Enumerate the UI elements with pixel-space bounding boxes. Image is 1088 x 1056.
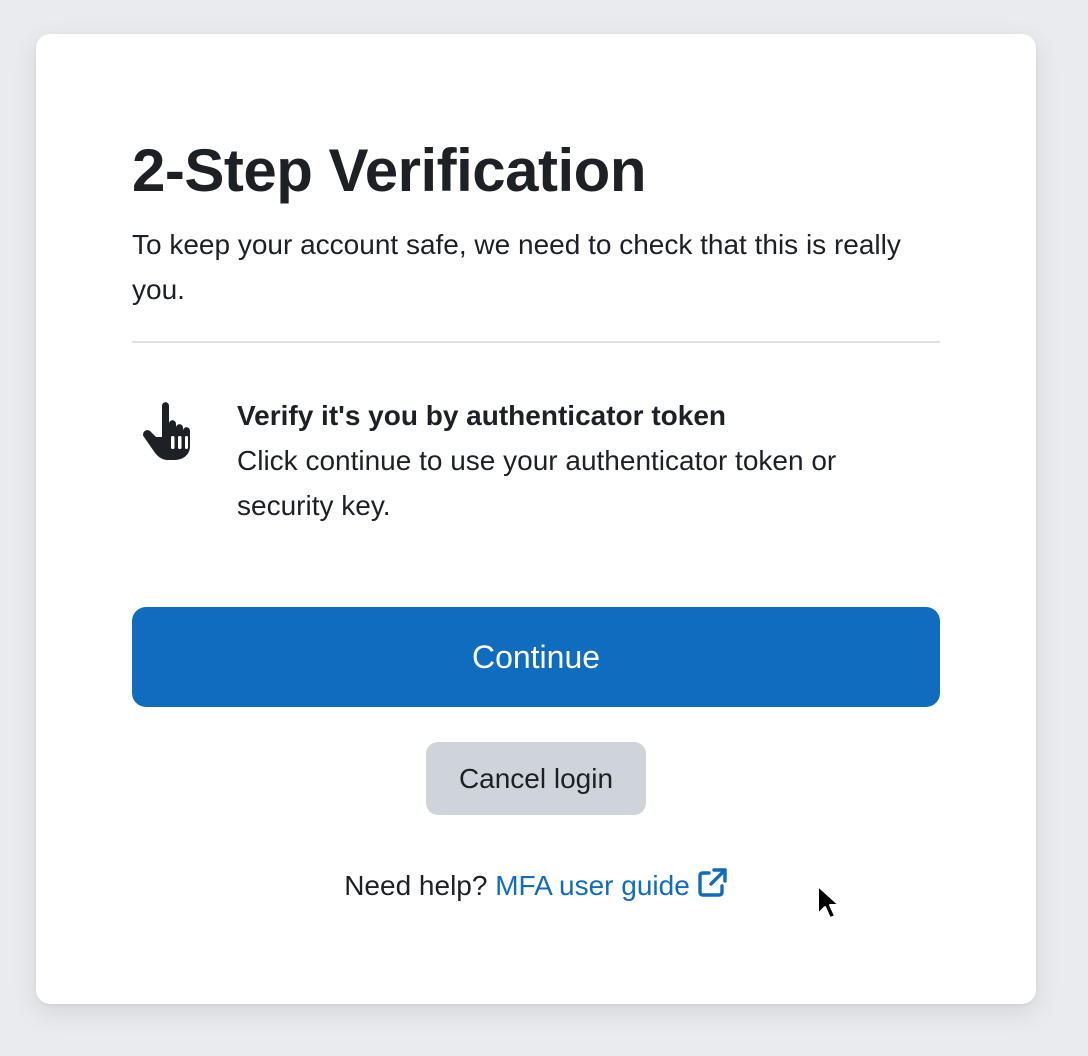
hand-pointer-icon [143,402,190,460]
page-title: 2-Step Verification [132,137,646,204]
factor-title: Verify it's you by authenticator token [237,400,726,431]
help-line: Need help? MFA user guide [36,864,1036,908]
mfa-user-guide-link[interactable]: MFA user guide [495,868,728,901]
cancel-login-button[interactable]: Cancel login [426,742,646,815]
mouse-pointer-icon [817,885,840,919]
continue-button[interactable]: Continue [132,607,940,707]
factor-description: Click continue to use your authenticator… [237,445,837,521]
external-link-icon [698,868,727,897]
verification-card: 2-Step Verification To keep your account… [36,34,1036,1004]
divider [132,341,940,343]
page-subtitle: To keep your account safe, we need to ch… [132,229,901,305]
mfa-user-guide-link-label: MFA user guide [495,870,690,901]
help-prefix: Need help? [344,870,488,901]
